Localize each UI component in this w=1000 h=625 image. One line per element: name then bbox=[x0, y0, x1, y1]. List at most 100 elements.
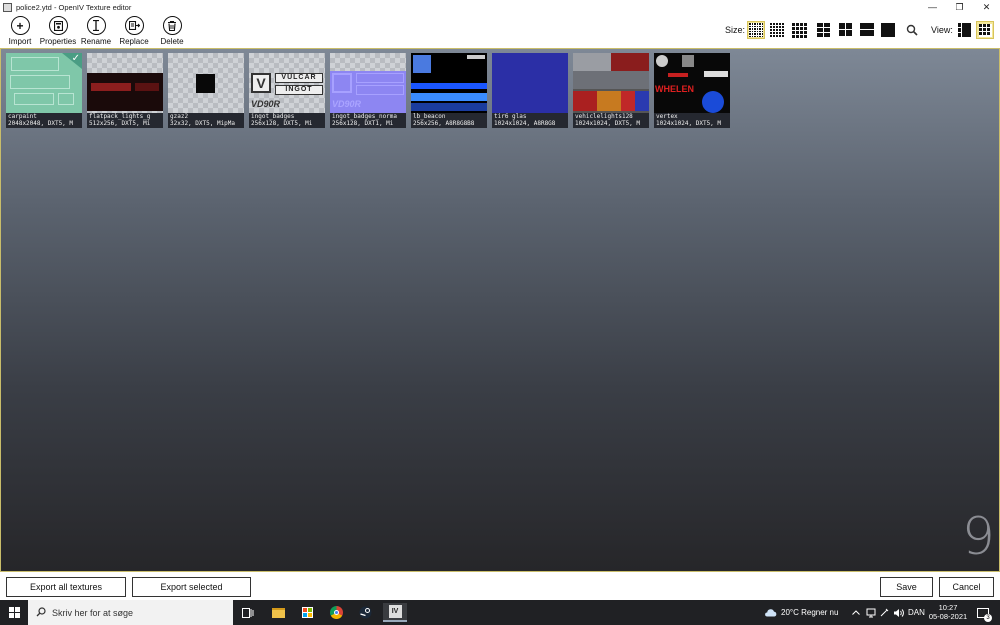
texture-caption: ingot_badges_norma 256x128, DXT1, Mi bbox=[330, 113, 406, 128]
view-grid-icon bbox=[978, 23, 992, 37]
view-details-icon bbox=[957, 23, 971, 37]
texture-tile-ingot-badges-normal[interactable]: VD90R ingot_badges_norma 256x128, DXT1, … bbox=[330, 53, 406, 128]
store-icon[interactable] bbox=[297, 603, 317, 622]
texture-tile-vertex[interactable]: WHELEN vertex 1024x1024, DXT5, M bbox=[654, 53, 730, 128]
texture-tile-vehiclelights128[interactable]: vehiclelights128 1024x1024, DXT5, M bbox=[573, 53, 649, 128]
size-label: Size: bbox=[725, 25, 746, 35]
properties-button[interactable]: Properties bbox=[38, 16, 78, 46]
texture-caption: flatpack_lights_g 512x256, DXT5, Mi bbox=[87, 113, 163, 128]
texture-name: ingot_badges bbox=[251, 113, 295, 120]
rename-cursor-icon bbox=[86, 16, 106, 35]
view-label: View: bbox=[931, 25, 953, 35]
search-placeholder: Skriv her for at søge bbox=[52, 607, 134, 618]
texture-name: lb_beacon bbox=[413, 113, 446, 120]
grid-5-icon bbox=[770, 23, 784, 37]
whelen-logo-text: WHELEN bbox=[655, 84, 694, 94]
size-medium-small-button[interactable] bbox=[791, 22, 807, 38]
grid-1-icon bbox=[881, 23, 895, 37]
texture-caption: carpaint 2048x2048, DXT5, M bbox=[6, 113, 82, 128]
toolbar: + Import Properties Rename Replace Delet… bbox=[0, 14, 1000, 48]
close-button[interactable]: ✕ bbox=[973, 0, 1000, 14]
grid-1x2-icon bbox=[860, 23, 874, 37]
texture-info: 512x256, DXT5, Mi bbox=[89, 120, 151, 127]
view-list-button[interactable] bbox=[956, 22, 972, 38]
cancel-button[interactable]: Cancel bbox=[939, 577, 994, 597]
texture-thumbnail: VD90R bbox=[330, 53, 406, 113]
rename-label: Rename bbox=[80, 37, 112, 46]
rename-button[interactable]: Rename bbox=[76, 16, 116, 46]
texture-thumbnail: WHELEN bbox=[654, 53, 730, 113]
grid-6-icon bbox=[749, 23, 763, 37]
replace-label: Replace bbox=[119, 37, 149, 46]
volume-icon[interactable] bbox=[888, 603, 908, 622]
replace-icon bbox=[124, 16, 144, 35]
texture-name: ingot_badges_norma bbox=[332, 113, 398, 120]
grid-2-icon bbox=[839, 23, 853, 37]
properties-label: Properties bbox=[39, 37, 77, 46]
openiv-app-icon bbox=[3, 2, 12, 12]
openiv-taskbar-icon[interactable]: IV bbox=[383, 603, 407, 622]
texture-caption: lb_beacon 256x256, A8R8G8B8 bbox=[411, 113, 487, 128]
selected-check-icon: ✓ bbox=[62, 53, 82, 69]
windows-start-icon[interactable] bbox=[4, 603, 24, 622]
clock-time: 10:27 bbox=[938, 603, 958, 612]
texture-info: 256x256, A8R8G8B8 bbox=[413, 120, 475, 127]
size-tiny-button[interactable] bbox=[747, 21, 765, 39]
export-selected-button[interactable]: Export selected bbox=[132, 577, 251, 597]
trash-icon bbox=[162, 16, 182, 35]
texture-name: vehiclelights128 bbox=[575, 113, 633, 120]
delete-label: Delete bbox=[160, 37, 184, 46]
search-icon[interactable] bbox=[906, 24, 918, 36]
badge-vd90r-text: VD90R bbox=[251, 99, 281, 109]
import-label: Import bbox=[8, 37, 32, 46]
import-button[interactable]: + Import bbox=[0, 16, 40, 46]
texture-tile-flatpack-lights[interactable]: flatpack_lights_g 512x256, DXT5, Mi bbox=[87, 53, 163, 128]
save-button[interactable]: Save bbox=[880, 577, 933, 597]
size-full-button[interactable] bbox=[880, 22, 896, 38]
plus-icon: + bbox=[10, 16, 30, 35]
size-medium-button[interactable] bbox=[816, 22, 832, 38]
texture-info: 1024x1024, DXT5, M bbox=[656, 120, 722, 127]
task-view-icon[interactable] bbox=[238, 603, 258, 622]
taskbar-search[interactable]: Skriv her for at søge bbox=[28, 600, 233, 625]
texture-tile-tir6-glas[interactable]: tir6 glas 1024x1024, A8R8G8 bbox=[492, 53, 568, 128]
notification-count: 3 bbox=[984, 613, 992, 622]
view-grid-button[interactable] bbox=[976, 21, 994, 39]
bottom-bar: Export all textures Export selected Save… bbox=[0, 572, 1000, 600]
weather-text[interactable]: 20°C Regner nu bbox=[781, 600, 838, 625]
restore-button[interactable]: ❐ bbox=[946, 0, 973, 14]
texture-count: 9 bbox=[961, 507, 995, 567]
language-indicator[interactable]: DAN bbox=[908, 600, 925, 625]
texture-info: 1024x1024, A8R8G8 bbox=[494, 120, 556, 127]
texture-caption: ingot_badges 256x128, DXT5, Mi bbox=[249, 113, 325, 128]
texture-name: flatpack_lights_g bbox=[89, 113, 151, 120]
texture-tile-lb-beacon[interactable]: lb_beacon 256x256, A8R8G8B8 bbox=[411, 53, 487, 128]
texture-caption: vertex 1024x1024, DXT5, M bbox=[654, 113, 730, 128]
texture-thumbnail: V VULCAR INGOT VD90R bbox=[249, 53, 325, 113]
badge-vulcar-text: VULCAR bbox=[275, 73, 323, 83]
texture-name: vertex bbox=[656, 113, 678, 120]
notification-icon[interactable]: 3 bbox=[973, 603, 993, 622]
size-large-button[interactable] bbox=[838, 22, 854, 38]
badge-ingot-text: INGOT bbox=[275, 85, 323, 95]
size-xlarge-button[interactable] bbox=[859, 22, 875, 38]
texture-thumbnail bbox=[492, 53, 568, 113]
texture-caption: tir6 glas 1024x1024, A8R8G8 bbox=[492, 113, 568, 128]
texture-thumbnail bbox=[168, 53, 244, 113]
delete-button[interactable]: Delete bbox=[152, 16, 192, 46]
replace-button[interactable]: Replace bbox=[114, 16, 154, 46]
texture-tile-ingot-badges[interactable]: V VULCAR INGOT VD90R ingot_badges 256x12… bbox=[249, 53, 325, 128]
file-explorer-icon[interactable] bbox=[268, 603, 288, 622]
texture-tile-gzaz2[interactable]: gzaz2 32x32, DXT5, MipMa bbox=[168, 53, 244, 128]
cloud-rain-icon[interactable] bbox=[760, 603, 780, 622]
grid-4-icon bbox=[791, 22, 807, 38]
minimize-button[interactable]: — bbox=[919, 0, 946, 14]
steam-icon[interactable] bbox=[355, 603, 375, 622]
export-all-button[interactable]: Export all textures bbox=[6, 577, 126, 597]
chrome-icon[interactable] bbox=[326, 603, 346, 622]
taskbar-clock[interactable]: 10:27 05-08-2021 bbox=[928, 603, 968, 621]
texture-tile-carpaint[interactable]: ✓ carpaint 2048x2048, DXT5, M bbox=[6, 53, 82, 128]
texture-caption: vehiclelights128 1024x1024, DXT5, M bbox=[573, 113, 649, 128]
size-small-button[interactable] bbox=[769, 22, 785, 38]
texture-info: 256x128, DXT1, Mi bbox=[332, 120, 394, 127]
